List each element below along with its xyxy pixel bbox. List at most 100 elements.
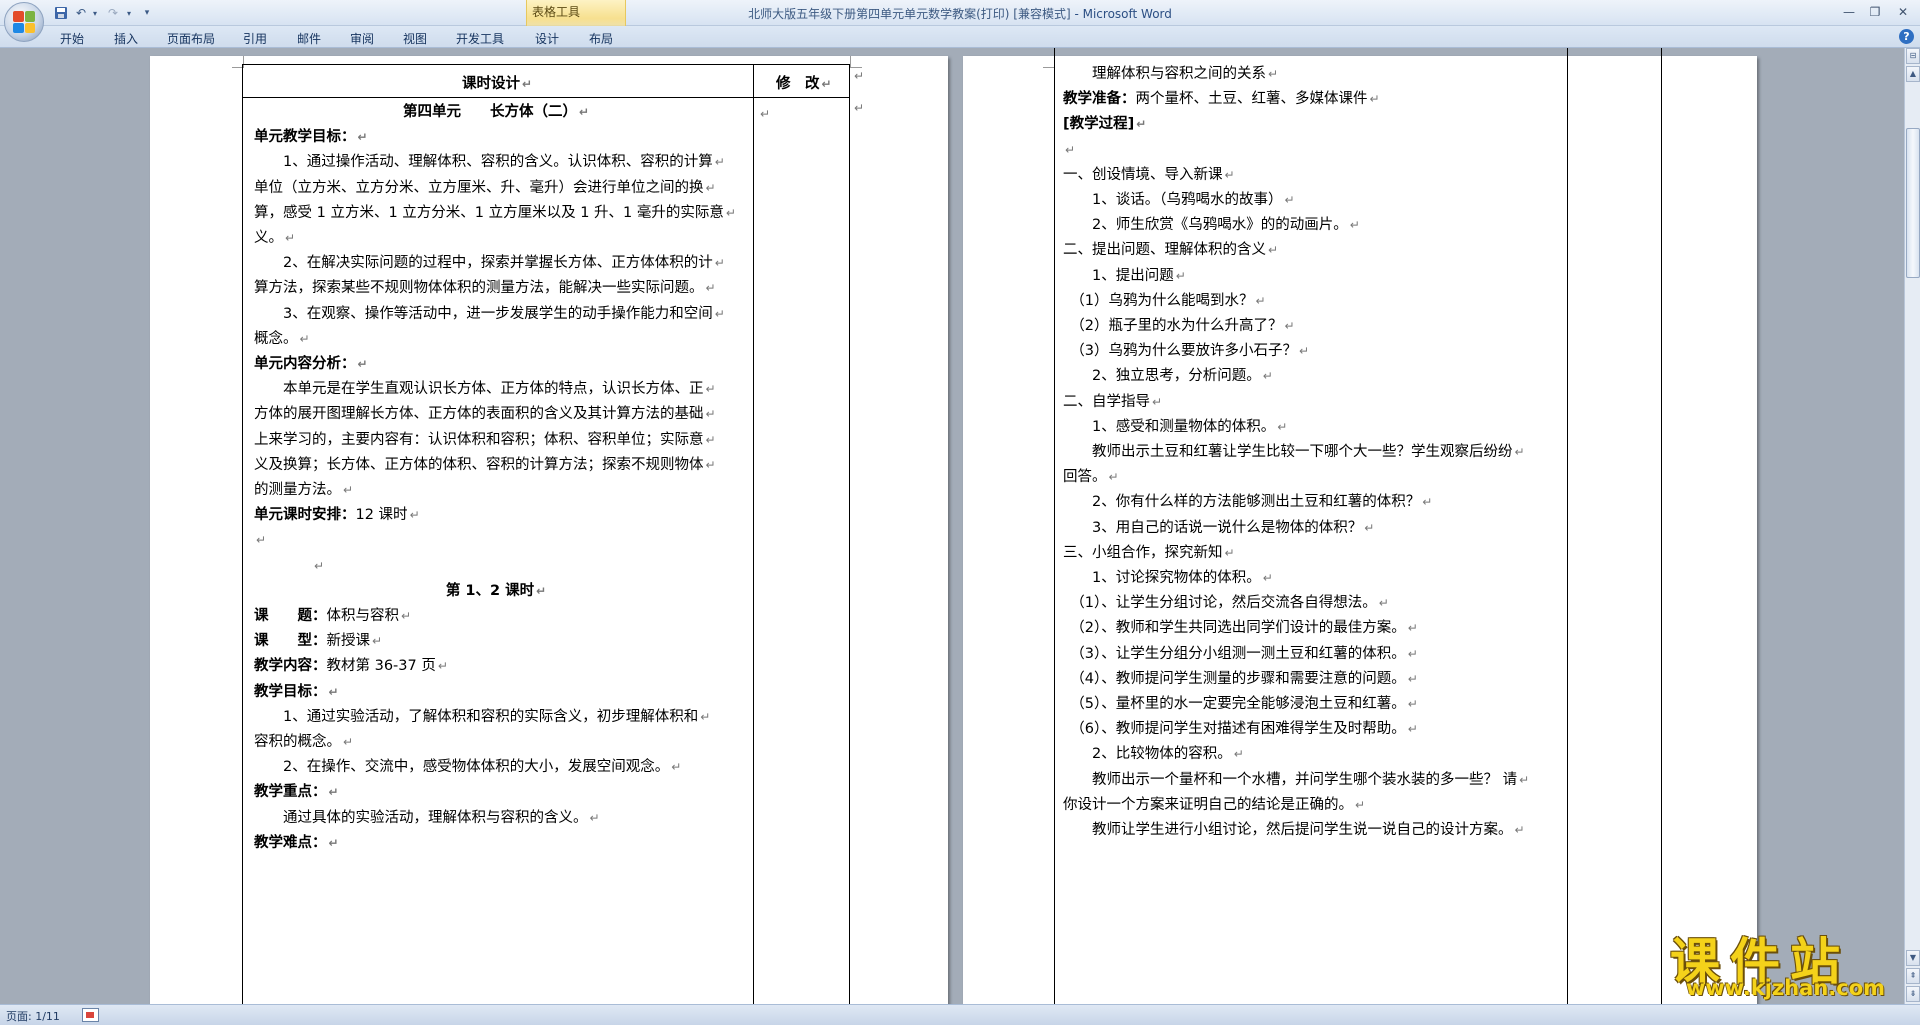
tab-developer[interactable]: 开发工具 (456, 30, 504, 47)
field-value: 12 课时 (355, 507, 408, 524)
paragraph-mark: ↵ (357, 357, 368, 371)
document-line: （6）、教师提问学生对描述有困难得学生及时帮助。 ↵ (1063, 719, 1417, 739)
close-icon[interactable]: ✕ (1892, 3, 1914, 21)
line-text: 二、自学指导 (1063, 393, 1150, 410)
help-icon[interactable]: ? (1899, 29, 1914, 44)
document-line: 一、创设情境、导入新课 ↵ (1063, 165, 1235, 185)
line-text: 2、在操作、交流中，感受物体体积的大小，发展空间观念。 (254, 759, 670, 776)
paragraph-mark: ↵ (1298, 344, 1310, 359)
paragraph-mark: ↵ (1407, 697, 1418, 711)
line-text: 教师出示一个量杯和一个水槽，并问学生哪个装水装的多一些？ 请 (1063, 771, 1518, 788)
tab-design[interactable]: 设计 (535, 30, 559, 47)
paragraph-mark: ↵ (1407, 621, 1418, 636)
line-text: 2、师生欣赏《乌鸦喝水》的的动画片。 (1063, 217, 1348, 234)
paragraph-mark: ↵ (705, 457, 716, 472)
document-line: 的测量方法。 ↵ (254, 480, 353, 500)
paragraph-mark: ↵ (1262, 571, 1273, 585)
document-page-2[interactable]: 理解体积与容积之间的关系 ↵ 教学准备：两个量杯、土豆、红薯、多媒体课件 ↵ [教学过程… (963, 48, 1757, 1004)
paragraph-mark: ↵ (1364, 520, 1375, 535)
tab-home[interactable]: 开始 (60, 30, 84, 47)
paragraph-mark: ↵ (1108, 470, 1119, 485)
table-rule (1567, 48, 1568, 1004)
scroll-up-icon[interactable]: ▲ (1906, 66, 1920, 82)
ribbon-tab-bar: 开始 插入 页面布局 引用 邮件 审阅 视图 开发工具 设计 布局 ? (0, 26, 1920, 48)
line-text: 算，感受 1 立方米、1 立方分米、1 立方厘米以及 1 升、1 毫升的实际意 (254, 204, 724, 221)
paragraph-mark: ↵ (401, 609, 412, 623)
document-workspace[interactable]: 课时设计 ↵ 修 改 ↵ ↵ ↵ ↵ 第四单元 长方体（二） ↵ 单元教学目标： ↵ 1、… (0, 48, 1904, 1004)
end-of-row-mark: ↵ (854, 69, 865, 83)
line-text: （6）、教师提问学生对描述有困难得学生及时帮助。 (1063, 721, 1406, 738)
line-text: 1、提出问题 (1063, 267, 1174, 284)
paragraph-mark: ↵ (671, 760, 682, 775)
paragraph-mark: ↵ (1349, 218, 1360, 233)
document-line: 方体的展开图理解长方体、正方体的表面积的含义及其计算方法的基础 ↵ (254, 404, 716, 424)
line-text: 概念。 (254, 330, 298, 347)
tab-insert[interactable]: 插入 (114, 30, 138, 47)
paragraph-mark: ↵ (1514, 445, 1525, 459)
paragraph-mark: ↵ (705, 407, 716, 422)
document-line: 通过具体的实验活动，理解体积与容积的含义。 ↵ (254, 808, 600, 828)
line-text: [教学过程] (1063, 116, 1135, 133)
document-line: （5）、量杯里的水一定要完全能够浸泡土豆和红薯。 ↵ (1063, 694, 1418, 714)
line-text: 单位（立方米、立方分米、立方厘米、升、毫升）会进行单位之间的换 (254, 179, 704, 196)
paragraph-mark: ↵ (409, 508, 420, 523)
office-logo-icon (13, 11, 35, 33)
tab-references[interactable]: 引用 (243, 30, 267, 47)
document-line: 教学重点： ↵ (254, 782, 339, 802)
line-text: 教学目标： (254, 683, 327, 700)
line-text: （3）乌鸦为什么要放许多小石子？ (1063, 343, 1297, 360)
document-page-1[interactable]: 课时设计 ↵ 修 改 ↵ ↵ ↵ ↵ 第四单元 长方体（二） ↵ 单元教学目标： ↵ 1、… (150, 56, 948, 1004)
line-text: 2、在解决实际问题的过程中，探索并掌握长方体、正方体体积的计 (254, 255, 713, 272)
document-line: 教师出示土豆和红薯让学生比较一下哪个大一些？学生观察后纷纷 ↵ (1063, 442, 1525, 462)
maximize-icon[interactable]: ❐ (1864, 3, 1886, 21)
paragraph-mark: ↵ (256, 533, 267, 548)
minimize-icon[interactable]: — (1838, 3, 1860, 21)
document-line: 1、讨论探究物体的体积。 ↵ (1063, 568, 1273, 588)
document-line: 2、比较物体的容积。 ↵ (1063, 744, 1244, 764)
document-line: 算方法，探索某些不规则物体体积的测量方法，能解决一些实际问题。 ↵ (254, 278, 716, 298)
page-indicator[interactable]: 页面: 1/11 (6, 1008, 60, 1024)
line-text: 通过具体的实验活动，理解体积与容积的含义。 (254, 809, 588, 826)
tab-page-layout[interactable]: 页面布局 (167, 30, 215, 47)
document-line: （3）、让学生分组分小组测一测土豆和红薯的体积。 ↵ (1063, 644, 1417, 664)
paragraph-mark: ↵ (328, 785, 339, 800)
tab-view[interactable]: 视图 (403, 30, 427, 47)
office-button[interactable] (4, 2, 44, 42)
paragraph-mark: ↵ (299, 331, 310, 346)
paragraph-mark: ↵ (760, 107, 771, 121)
document-line: （2）、教师和学生共同选出同学们设计的最佳方案。 ↵ (1063, 618, 1418, 638)
document-line: 教学准备：两个量杯、土豆、红薯、多媒体课件 ↵ (1063, 89, 1380, 109)
paragraph-mark: ↵ (343, 483, 354, 497)
document-line: 1、谈话。（乌鸦喝水的故事） ↵ (1063, 190, 1295, 210)
line-text: 方体的展开图理解长方体、正方体的表面积的含义及其计算方法的基础 (254, 406, 704, 423)
document-line: 1、通过操作活动、理解体积、容积的含义。认识体积、容积的计算 ↵ (254, 152, 725, 172)
line-text: （4）、教师提问学生测量的步骤和需要注意的问题。 (1063, 670, 1406, 687)
tab-layout[interactable]: 布局 (589, 30, 613, 47)
vertical-scrollbar[interactable]: ⊟ ▲ ▼ ⇞ ⇟ (1904, 48, 1920, 1004)
paragraph-mark: ↵ (1378, 596, 1389, 611)
document-line: 1、通过实验活动，了解体积和容积的实际含义，初步理解体积和 ↵ (254, 707, 710, 727)
document-line: ↵ (1063, 140, 1075, 160)
line-text: 二、提出问题、理解体积的含义 (1063, 242, 1266, 259)
paragraph-mark: ↵ (1514, 823, 1525, 837)
document-line: 三、小组合作，探究新知 ↵ (1063, 543, 1235, 563)
line-text: 1、通过实验活动，了解体积和容积的实际含义，初步理解体积和 (254, 708, 699, 725)
paragraph-mark: ↵ (589, 810, 600, 825)
tab-review[interactable]: 审阅 (350, 30, 374, 47)
scroll-thumb[interactable] (1906, 128, 1920, 278)
document-line: 第四单元 长方体（二） ↵ (403, 102, 589, 122)
tab-mailings[interactable]: 邮件 (297, 30, 321, 47)
ruler-toggle-icon[interactable]: ⊟ (1906, 48, 1920, 64)
line-text: 1、通过操作活动、理解体积、容积的含义。认识体积、容积的计算 (254, 154, 713, 171)
line-text: 你设计一个方案来证明自己的结论是正确的。 (1063, 796, 1353, 813)
paragraph-mark: ↵ (372, 634, 383, 649)
field-value: 体积与容积 (326, 608, 400, 624)
line-text: 容积的概念。 (254, 734, 341, 750)
document-line: 教学目标： ↵ (254, 682, 339, 702)
line-text: （1）、让学生分组讨论，然后交流各自得想法。 (1063, 595, 1377, 612)
document-line: 2、在解决实际问题的过程中，探索并掌握长方体、正方体体积的计 ↵ (254, 253, 725, 273)
document-line: 教师出示一个量杯和一个水槽，并问学生哪个装水装的多一些？ 请 ↵ (1063, 770, 1529, 790)
document-line: 二、提出问题、理解体积的含义 ↵ (1063, 240, 1278, 260)
line-text: 本单元是在学生直观认识长方体、正方体的特点，认识长方体、正 (254, 381, 704, 398)
proofing-icon[interactable] (82, 1008, 99, 1022)
